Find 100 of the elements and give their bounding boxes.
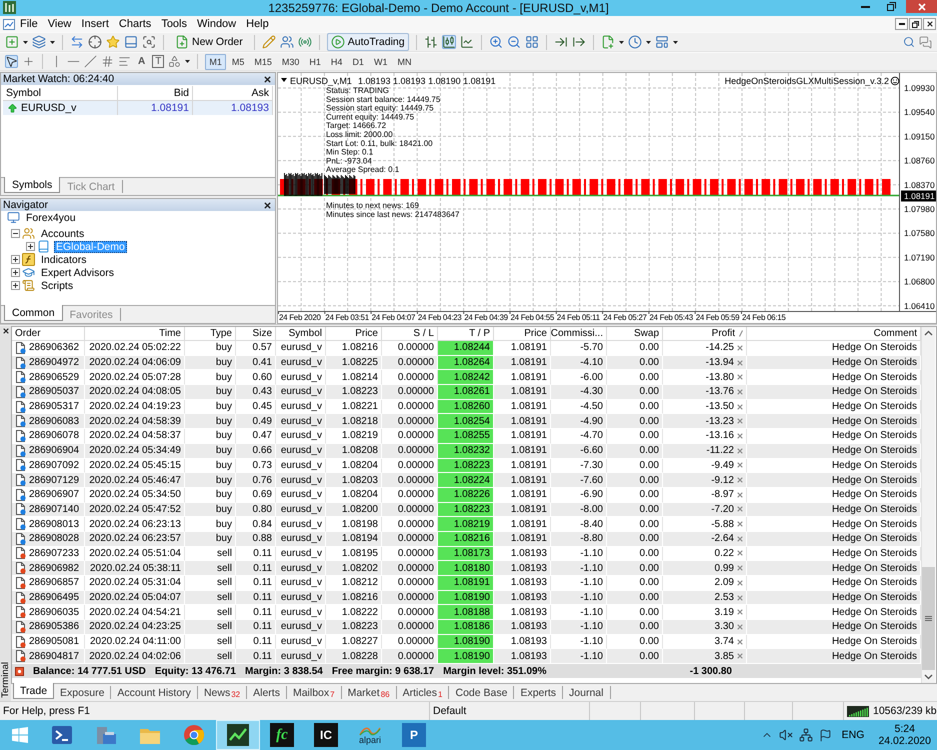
menu-item[interactable]: File: [15, 17, 43, 31]
lines-icon[interactable]: [118, 55, 131, 68]
tab[interactable]: Code Base: [449, 686, 514, 699]
tab[interactable]: Account History: [111, 686, 198, 699]
quote-row[interactable]: EURUSD_v 1.08191 1.08193: [3, 101, 273, 115]
timeframe-button[interactable]: W1: [370, 54, 392, 70]
layers-icon[interactable]: [32, 35, 46, 49]
smiley-icon[interactable]: [890, 76, 900, 86]
timeframe-button[interactable]: M30: [278, 54, 304, 70]
caret-icon[interactable]: [672, 40, 678, 44]
chart-tile-icon[interactable]: [216, 720, 260, 750]
timeframe-button[interactable]: M15: [250, 54, 276, 70]
column-header[interactable]: Size: [236, 327, 276, 341]
timeframe-button[interactable]: M1: [205, 54, 226, 70]
chat-icon[interactable]: [919, 36, 932, 48]
plus-box-icon[interactable]: [11, 255, 20, 264]
menu-item[interactable]: Help: [241, 17, 274, 31]
tree-item[interactable]: Expert Advisors: [39, 266, 116, 278]
minimize-button[interactable]: [895, 18, 908, 30]
close-icon[interactable]: [2, 328, 8, 334]
tree-item[interactable]: Accounts: [39, 228, 86, 240]
tab[interactable]: Alerts: [247, 686, 287, 699]
column-header[interactable]: Swap: [607, 327, 663, 341]
menu-item[interactable]: Tools: [156, 17, 192, 31]
timeframe-button[interactable]: H1: [305, 54, 325, 70]
minimize-icon[interactable]: [861, 6, 870, 8]
file-plus-icon[interactable]: [175, 35, 189, 49]
restore-button[interactable]: [909, 18, 922, 30]
plus-box-icon[interactable]: [26, 242, 35, 251]
column-header[interactable]: Comment: [747, 327, 921, 341]
tab[interactable]: Trade: [13, 683, 54, 699]
text-tool[interactable]: A: [135, 55, 148, 68]
tree-item[interactable]: Scripts: [39, 280, 76, 292]
prompt-icon[interactable]: [51, 724, 73, 746]
close-icon[interactable]: [264, 76, 271, 82]
tab[interactable]: Journal: [563, 686, 610, 699]
menu-item[interactable]: Charts: [114, 17, 156, 31]
diagonal-line-icon[interactable]: [84, 55, 97, 68]
shapes-icon[interactable]: [168, 55, 182, 68]
clock-date[interactable]: 24.02.2020: [878, 735, 931, 747]
minus-box-icon[interactable]: [11, 229, 20, 238]
tab[interactable]: News32: [198, 686, 248, 699]
column-header[interactable]: S / L: [382, 327, 438, 341]
menu-item[interactable]: Insert: [76, 17, 114, 31]
candles-logo-icon[interactable]: [3, 1, 16, 14]
app-label[interactable]: alpari: [358, 736, 381, 744]
timeframe-button[interactable]: M5: [228, 54, 248, 70]
tree-item[interactable]: Indicators: [39, 254, 89, 266]
close-icon[interactable]: [264, 202, 271, 208]
scroll-thumb[interactable]: [922, 567, 935, 670]
scrollbar[interactable]: [921, 327, 935, 683]
clock-time[interactable]: 5:24: [894, 723, 915, 735]
language-indicator[interactable]: ENG: [842, 729, 864, 741]
zoom-in-icon[interactable]: [488, 35, 503, 49]
candlestick-icon[interactable]: [442, 35, 456, 49]
caret-icon[interactable]: [23, 40, 28, 44]
arrow-to-line-icon[interactable]: [554, 35, 568, 49]
tab[interactable]: Mailbox7: [286, 686, 342, 699]
crosshair-icon[interactable]: [22, 55, 35, 68]
toolbox-icon[interactable]: [95, 724, 117, 746]
app-tile[interactable]: fc: [270, 723, 294, 747]
app-tile[interactable]: P: [402, 723, 426, 747]
menu-item[interactable]: View: [42, 17, 76, 31]
column-header[interactable]: Price: [326, 327, 382, 341]
close-icon[interactable]: [926, 21, 932, 27]
timeframe-button[interactable]: H4: [326, 54, 346, 70]
zoom-out-icon[interactable]: [506, 35, 521, 49]
hash-icon[interactable]: [101, 55, 114, 68]
close-button[interactable]: [923, 18, 936, 30]
search-icon[interactable]: [903, 36, 915, 48]
panel-icon[interactable]: [124, 35, 138, 49]
plus-box-icon[interactable]: [11, 268, 20, 277]
new-order-button[interactable]: New Order: [171, 33, 247, 51]
tab[interactable]: Exposure: [54, 686, 112, 699]
plus-box-icon[interactable]: [11, 281, 20, 290]
caret-icon[interactable]: [50, 40, 55, 44]
caret-icon[interactable]: [646, 40, 651, 44]
star-icon[interactable]: [106, 35, 120, 49]
dropdown-triangle-icon[interactable]: [281, 78, 287, 82]
app-tile[interactable]: IC: [314, 723, 338, 747]
menu-item[interactable]: Window: [192, 17, 242, 31]
tab[interactable]: Experts: [514, 686, 564, 699]
column-header[interactable]: Profit: [663, 327, 747, 341]
pencil-icon[interactable]: [262, 35, 276, 49]
column-header[interactable]: Time: [85, 327, 185, 341]
column-header[interactable]: Price: [494, 327, 551, 341]
crosshair-icon[interactable]: [88, 35, 102, 49]
arrow-from-line-icon[interactable]: [572, 35, 586, 49]
line-chart-icon[interactable]: [460, 35, 474, 49]
tricolor-circle-icon[interactable]: [183, 724, 205, 746]
speaker-muted-icon[interactable]: [778, 728, 793, 742]
minimize-icon[interactable]: [898, 23, 904, 25]
timeframe-button[interactable]: MN: [393, 54, 416, 70]
scan-icon[interactable]: [142, 35, 156, 49]
text-label-tool[interactable]: T: [152, 55, 164, 68]
tab[interactable]: Common: [4, 305, 63, 321]
tab[interactable]: Symbols: [4, 177, 60, 193]
bar-chart-icon[interactable]: [424, 35, 438, 49]
caret-icon[interactable]: [185, 60, 190, 63]
column-header[interactable]: Symbol: [276, 327, 326, 341]
